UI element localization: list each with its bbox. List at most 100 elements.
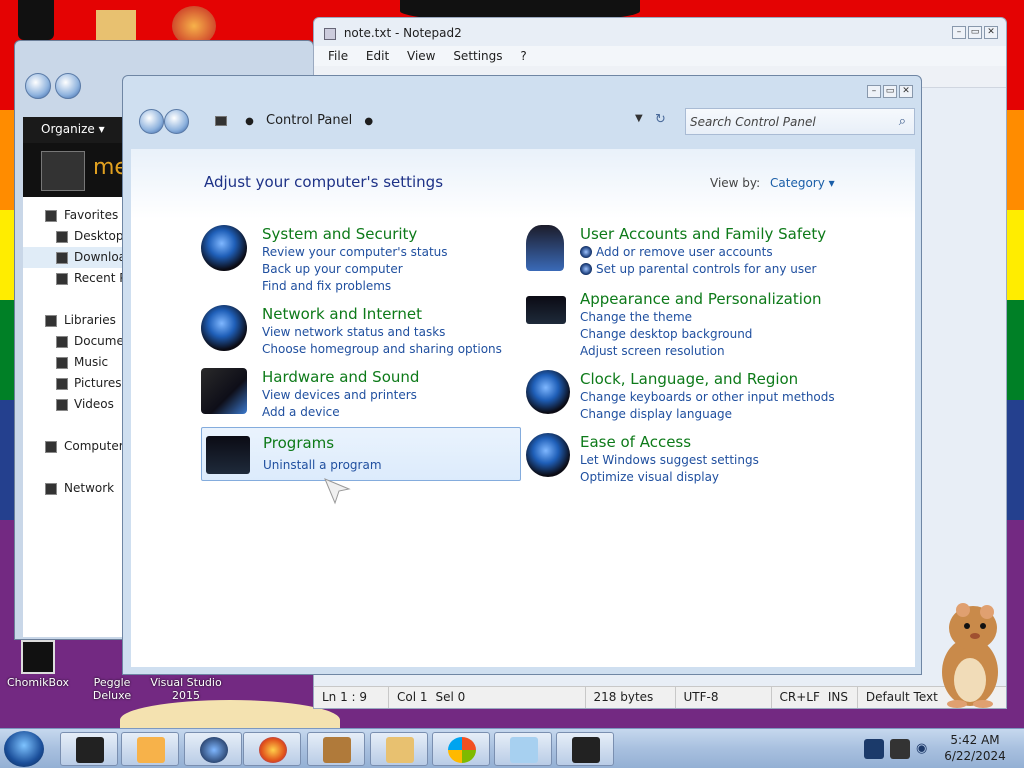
taskbar-button-app[interactable] <box>60 732 118 766</box>
taskbar-button-explorer[interactable] <box>370 732 428 766</box>
tree-item-icon <box>45 441 57 453</box>
category-title[interactable]: Clock, Language, and Region <box>580 370 880 388</box>
organize-button[interactable]: Organize <box>41 122 95 136</box>
media-player-icon <box>137 737 165 763</box>
forward-button[interactable] <box>164 109 189 134</box>
refresh-icon[interactable]: ↻ <box>655 112 666 127</box>
back-button[interactable] <box>25 73 51 99</box>
status-line: Ln 1 : 9 <box>314 687 389 708</box>
page-title: Adjust your computer's settings <box>204 173 444 191</box>
desktop-decoration <box>96 10 136 40</box>
start-button[interactable] <box>4 731 44 767</box>
category-link[interactable]: Let Windows suggest settings <box>580 452 880 469</box>
notepad-icon <box>510 737 538 763</box>
system-tray: ◉ <box>850 731 930 767</box>
tree-item-icon <box>45 210 57 222</box>
address-dropdown-icon[interactable]: ▼ <box>635 113 643 124</box>
category-title[interactable]: Programs <box>263 434 563 452</box>
menu-help[interactable]: ? <box>520 49 526 63</box>
breadcrumb[interactable]: ● Control Panel ● <box>215 113 381 128</box>
category-title[interactable]: Appearance and Personalization <box>580 290 880 308</box>
tree-item-icon <box>45 483 57 495</box>
category-link[interactable]: Add a device <box>262 404 562 421</box>
category-title[interactable]: Network and Internet <box>262 305 562 323</box>
control-panel-window[interactable]: – ▭ ✕ ● Control Panel ● ▼ ↻ Search Contr… <box>122 75 922 675</box>
status-encoding: UTF-8 <box>676 687 772 708</box>
tree-item-icon <box>56 231 68 243</box>
menu-file[interactable]: File <box>328 49 348 63</box>
category-title[interactable]: System and Security <box>262 225 562 243</box>
taskbar-button-windows[interactable] <box>432 732 490 766</box>
taskbar: ◉ 5:42 AM 6/22/2024 <box>0 728 1024 768</box>
taskbar-button-media-player[interactable] <box>121 732 179 766</box>
breadcrumb-control-panel[interactable]: Control Panel <box>266 113 352 128</box>
forward-button[interactable] <box>54 73 81 99</box>
hardware-sound-icon <box>201 368 247 414</box>
status-sel: Sel 0 <box>428 687 586 708</box>
notepad-icon <box>324 27 336 40</box>
category-link[interactable]: Adjust screen resolution <box>580 343 880 360</box>
category-title[interactable]: Hardware and Sound <box>262 368 562 386</box>
network-internet-icon <box>201 305 247 351</box>
search-input[interactable]: Search Control Panel ⌕ <box>685 108 915 135</box>
desktop-icon-chomikbox[interactable]: ChomikBox <box>2 640 74 689</box>
category-programs[interactable]: Programs Uninstall a program <box>201 427 521 481</box>
tree-item-label: Computer <box>64 439 124 453</box>
close-button[interactable]: ✕ <box>899 85 913 98</box>
search-icon[interactable]: ⌕ <box>899 114 906 129</box>
desktop-decoration <box>18 0 54 40</box>
status-ins: INS <box>820 687 858 708</box>
category-link[interactable]: Optimize visual display <box>580 469 880 486</box>
category-link[interactable]: Review your computer's status <box>262 244 562 261</box>
category-link[interactable]: Uninstall a program <box>263 457 563 474</box>
system-security-icon <box>201 225 247 271</box>
taskbar-button-chomikbox[interactable] <box>307 732 365 766</box>
category-link[interactable]: View devices and printers <box>262 387 562 404</box>
shield-icon <box>580 263 592 275</box>
clock-time: 5:42 AM <box>950 733 1000 747</box>
minimize-button[interactable]: – <box>952 26 966 39</box>
category-title[interactable]: User Accounts and Family Safety <box>580 225 880 243</box>
category-link[interactable]: Change the theme <box>580 309 880 326</box>
search-placeholder: Search Control Panel <box>690 115 816 129</box>
hamster-mascot <box>942 603 998 708</box>
taskbar-button-control-panel[interactable] <box>556 732 614 766</box>
menu-settings[interactable]: Settings <box>453 49 502 63</box>
category-link[interactable]: Change desktop background <box>580 326 880 343</box>
chomikbox-icon <box>21 640 55 674</box>
category-link[interactable]: Choose homegroup and sharing options <box>262 341 562 358</box>
category-title[interactable]: Ease of Access <box>580 433 880 451</box>
category-clock-region: Clock, Language, and Region Change keybo… <box>526 370 846 421</box>
taskbar-button-firefox[interactable] <box>243 732 301 766</box>
taskbar-button-globe[interactable] <box>184 732 242 766</box>
status-eol: CR+LF <box>779 690 820 704</box>
view-by-dropdown[interactable]: Category ▾ <box>770 176 835 190</box>
notepad-titlebar: note.txt - Notepad2 <box>324 26 462 40</box>
category-link[interactable]: Find and fix problems <box>262 278 562 295</box>
maximize-button[interactable]: ▭ <box>883 85 897 98</box>
menu-view[interactable]: View <box>407 49 435 63</box>
menu-edit[interactable]: Edit <box>366 49 389 63</box>
category-link[interactable]: Set up parental controls for any user <box>580 261 880 278</box>
back-button[interactable] <box>139 109 164 134</box>
tray-icon[interactable] <box>864 739 884 759</box>
minimize-button[interactable]: – <box>867 85 881 98</box>
category-link[interactable]: Change keyboards or other input methods <box>580 389 880 406</box>
explorer-nav <box>25 73 135 101</box>
category-link[interactable]: Change display language <box>580 406 880 423</box>
volume-icon[interactable]: ◉ <box>916 741 927 756</box>
cp-window-controls: – ▭ ✕ <box>867 85 913 98</box>
category-link[interactable]: Back up your computer <box>262 261 562 278</box>
clock[interactable]: 5:42 AM 6/22/2024 <box>940 732 1010 764</box>
taskbar-button-notepad[interactable] <box>494 732 552 766</box>
app-icon <box>76 737 104 763</box>
tree-item-label: Music <box>74 355 109 369</box>
notepad-window-controls: – ▭ ✕ <box>952 26 998 39</box>
close-button[interactable]: ✕ <box>984 26 998 39</box>
maximize-button[interactable]: ▭ <box>968 26 982 39</box>
tree-item-icon <box>56 399 68 411</box>
tray-icon[interactable] <box>890 739 910 759</box>
category-link[interactable]: View network status and tasks <box>262 324 562 341</box>
category-link[interactable]: Add or remove user accounts <box>580 244 880 261</box>
tree-item-icon <box>45 315 57 327</box>
